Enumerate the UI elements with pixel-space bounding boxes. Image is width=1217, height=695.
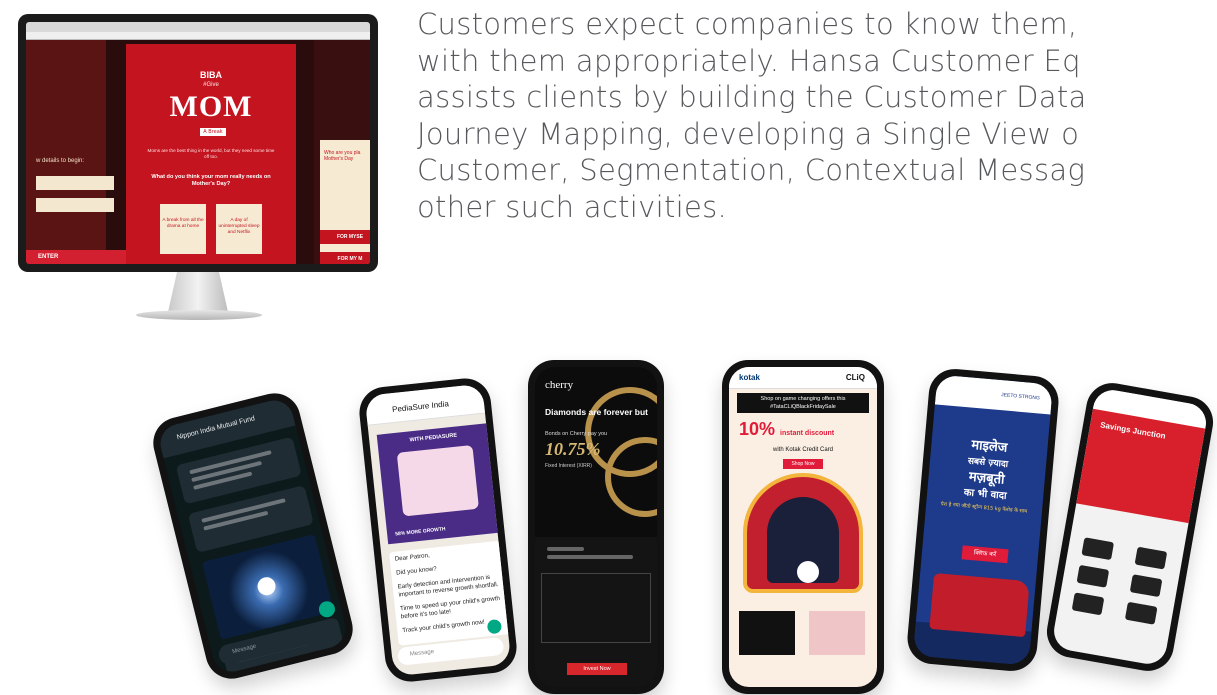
biba-question: What do you think your mom really needs …	[151, 174, 271, 187]
kotak-topbar: kotak CLiQ	[729, 367, 877, 389]
product-tile	[739, 611, 795, 655]
biba-right-panel: Who are you pla Mother's Day FOR MYSE FO…	[314, 40, 370, 264]
description-line: assists clients by building the Customer…	[417, 80, 1087, 114]
card-line: with Kotak Credit Card	[772, 447, 834, 453]
phone-savings: Savings Junction	[1042, 378, 1217, 676]
monitor-screen: w details to begin: ENTER BIBA #Give MOM…	[26, 22, 370, 264]
option-break-button: A break from all the drama at home	[160, 204, 206, 254]
browser-tab-bar	[26, 22, 370, 32]
banner-title: WITH PEDIASURE	[409, 432, 458, 444]
monitor-screen-frame: w details to begin: ENTER BIBA #Give MOM…	[18, 14, 378, 272]
description-paragraph: Customers expect companies to know them,…	[417, 6, 1217, 225]
product-item	[1076, 564, 1110, 588]
savings-hero: Savings Junction	[1076, 408, 1206, 524]
product-item	[1134, 546, 1168, 570]
shop-now-button: Shop Now	[783, 459, 823, 469]
description-line: with them appropriately. Hansa Customer …	[417, 43, 1081, 78]
monitor-stand-neck	[168, 272, 228, 312]
phone-jeeto: JEETO STRONG माइलेज सबसे ज़्यादा मज़बूती…	[905, 366, 1061, 674]
savings-hero-title: Savings Junction	[1099, 420, 1167, 441]
jeeto-headline: माइलेज सबसे ज़्यादा मज़बूती का भी वादा	[927, 434, 1048, 508]
discount-value: 10%	[739, 419, 776, 439]
click-here-button: क्लिक करें	[961, 545, 1009, 564]
pediasure-screen: PediaSure India WITH PEDIASURE 58% MORE …	[364, 383, 512, 677]
biba-left-panel: w details to begin: ENTER	[26, 40, 146, 264]
product-item	[1129, 574, 1163, 598]
jeeto-header: JEETO STRONG	[934, 374, 1054, 415]
jeeto-screen: JEETO STRONG माइलेज सबसे ज़्यादा मज़बूती…	[912, 374, 1054, 666]
monitor-stand-base	[136, 310, 262, 320]
phone-whatsapp: Nippon India Mutual Fund Message	[147, 387, 359, 685]
biba-copy: Moms are the best thing in the world, bu…	[147, 148, 275, 159]
biba-logo: BIBA	[200, 70, 222, 80]
monitor-mockup: w details to begin: ENTER BIBA #Give MOM…	[18, 14, 378, 322]
phone-field	[36, 198, 114, 212]
phone-cherry: cherry Diamonds are forever but Bonds on…	[528, 360, 664, 694]
cherry-rate-note: Fixed Interest (XIRR)	[545, 463, 592, 469]
right-card: Who are you pla Mother's Day	[320, 140, 370, 264]
pediasure-contact-name: PediaSure India	[364, 383, 486, 426]
banner-growth: 58% MORE GROWTH	[394, 526, 446, 538]
offer-banner: Shop on game changing offers this #TataC…	[737, 393, 869, 413]
discount-suffix: instant discount	[780, 430, 835, 437]
product-item	[1124, 601, 1158, 625]
truck-graphic	[929, 572, 1030, 638]
play-icon	[797, 561, 819, 583]
for-myself-button: FOR MYSE	[320, 230, 370, 244]
for-my-mom-button: FOR MY M	[320, 252, 370, 264]
child-photo	[396, 444, 479, 517]
biba-center-panel: BIBA #Give MOM A Break Moms are the best…	[126, 44, 296, 264]
description-line: Customers expect companies to know them,	[417, 7, 1078, 41]
cherry-body: Invest Now	[535, 537, 657, 687]
kotak-logo: kotak	[739, 373, 760, 382]
cherry-sub: Bonds on Cherry pay you	[545, 431, 608, 437]
phone-pediasure: PediaSure India WITH PEDIASURE 58% MORE …	[356, 375, 520, 685]
play-icon	[255, 575, 278, 598]
invest-now-button: Invest Now	[567, 663, 627, 675]
cherry-headline: Diamonds are forever but	[545, 407, 648, 417]
cherry-screen: cherry Diamonds are forever but Bonds on…	[535, 367, 657, 687]
product-item	[1081, 537, 1115, 561]
option-sleep-button: A day of uninterrupted sleep and Netflix	[216, 204, 262, 254]
jeeto-logo: JEETO STRONG	[1000, 392, 1041, 402]
mom-headline: MOM	[169, 90, 253, 123]
kotak-cliq-screen: kotak CLiQ Shop on game changing offers …	[729, 367, 877, 687]
pediasure-banner: WITH PEDIASURE 58% MORE GROWTH	[376, 423, 500, 545]
give-tag: #Give	[203, 82, 219, 88]
description-line: other such activities.	[417, 189, 728, 224]
savings-screen: Savings Junction	[1050, 387, 1210, 667]
cliq-logo: CLiQ	[845, 373, 865, 382]
product-item	[1071, 592, 1105, 616]
break-badge: A Break	[200, 128, 226, 136]
description-line: Journey Mapping, developing a Single Vie…	[417, 116, 1080, 151]
product-tile	[809, 611, 865, 655]
phone-kotak-cliq: kotak CLiQ Shop on game changing offers …	[722, 360, 884, 694]
description-line: Customer, Segmentation, Contextual Messa…	[417, 153, 1086, 187]
cherry-logo: cherry	[545, 379, 574, 391]
discount-text: 10% instant discount	[739, 419, 834, 440]
bond-table	[541, 573, 651, 643]
name-field	[36, 176, 114, 190]
browser-url-bar	[26, 32, 370, 40]
right-question: Who are you pla Mother's Day	[324, 150, 361, 162]
left-panel-header: w details to begin:	[36, 158, 85, 164]
cherry-rate: 10.75%	[545, 439, 601, 459]
whatsapp-screen: Nippon India Mutual Fund Message	[156, 396, 350, 676]
